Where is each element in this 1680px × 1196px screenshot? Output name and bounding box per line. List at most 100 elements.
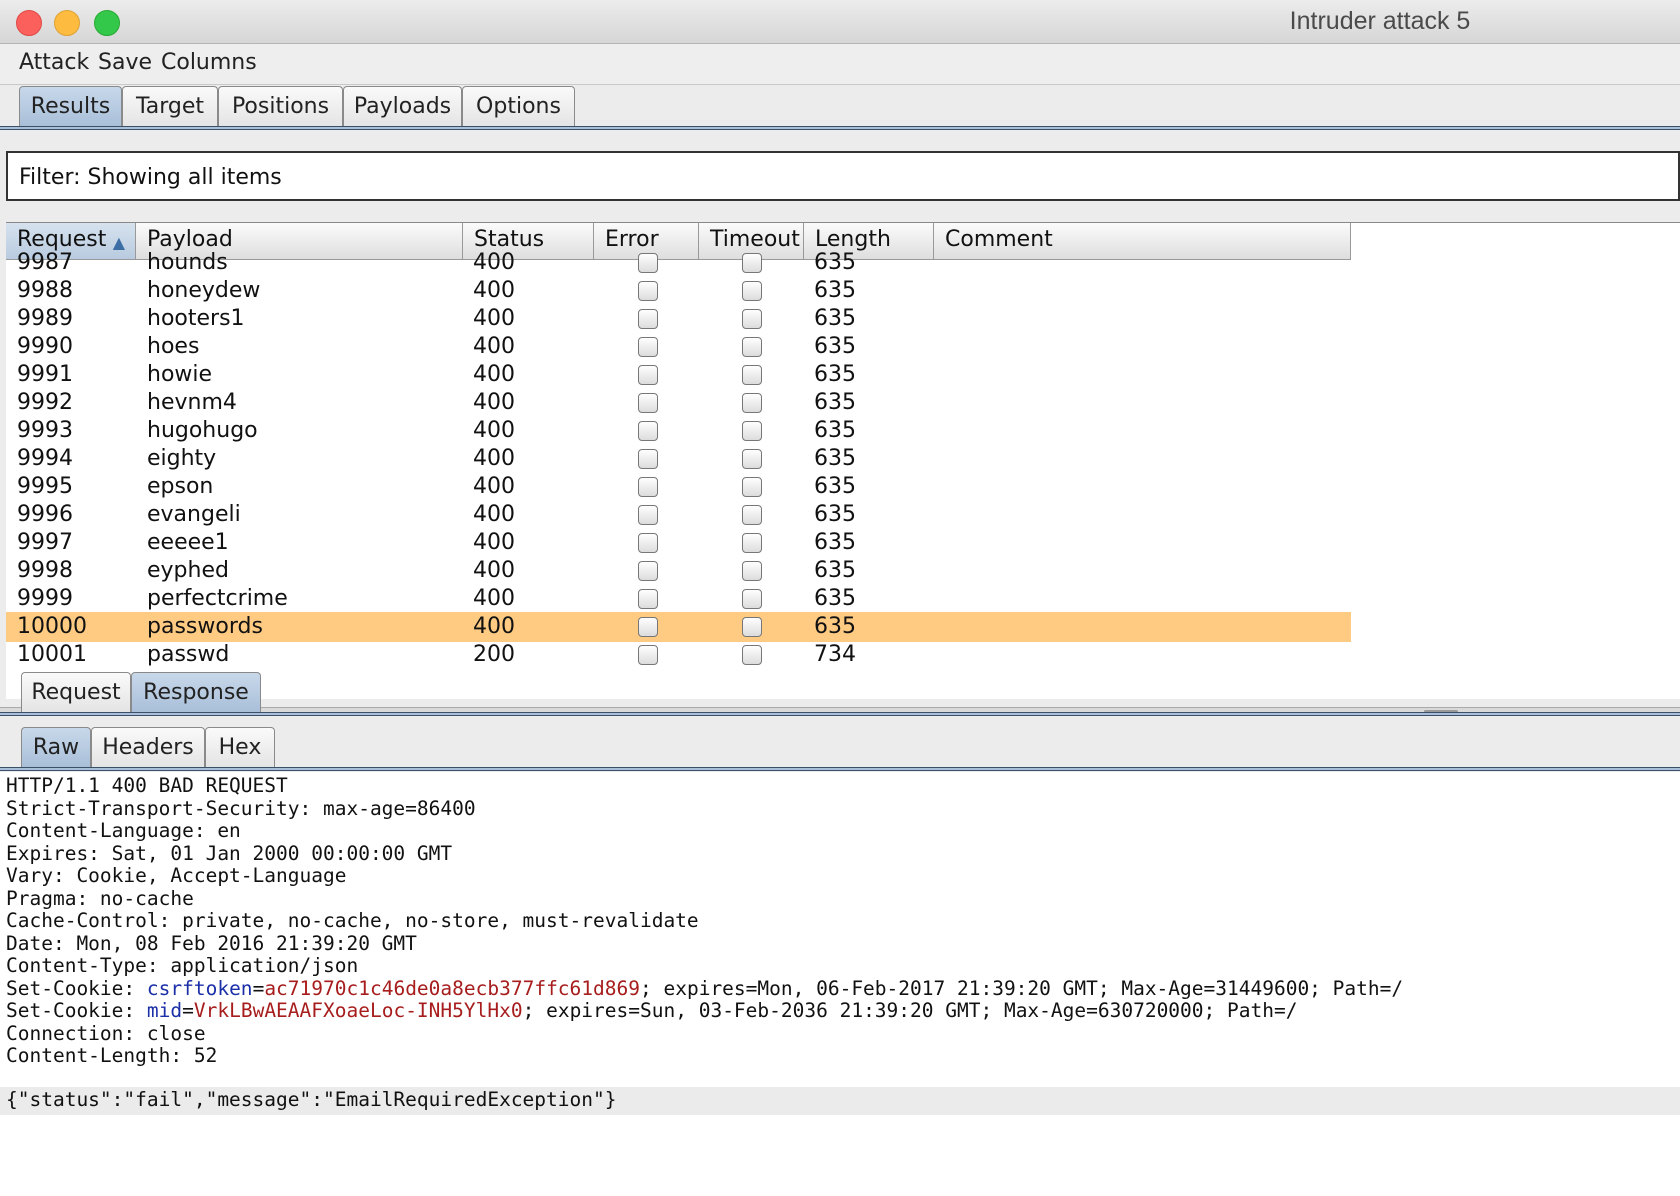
response-line: Content-Length: 52	[6, 1044, 218, 1067]
table-row[interactable]: 9996 evangeli 400 635	[6, 500, 1351, 530]
cell-request: 9999	[17, 586, 73, 611]
cell-payload: eyphed	[147, 558, 229, 583]
timeout-checkbox[interactable]	[742, 533, 762, 553]
table-row[interactable]: 9992 hevnm4 400 635	[6, 388, 1351, 418]
cell-payload: perfectcrime	[147, 586, 288, 611]
error-checkbox[interactable]	[638, 253, 658, 273]
error-checkbox[interactable]	[638, 393, 658, 413]
error-checkbox[interactable]	[638, 645, 658, 665]
table-row[interactable]: 9998 eyphed 400 635	[6, 556, 1351, 586]
cell-status: 400	[473, 530, 515, 555]
cell-request: 9990	[17, 334, 73, 359]
table-row[interactable]: 9994 eighty 400 635	[6, 444, 1351, 474]
timeout-checkbox[interactable]	[742, 561, 762, 581]
tab-payloads[interactable]: Payloads	[343, 86, 462, 128]
menu-attack[interactable]: Attack	[19, 50, 89, 75]
error-checkbox[interactable]	[638, 421, 658, 441]
error-checkbox[interactable]	[638, 589, 658, 609]
cell-status: 400	[473, 250, 515, 275]
timeout-checkbox[interactable]	[742, 589, 762, 609]
timeout-checkbox[interactable]	[742, 337, 762, 357]
table-row[interactable]: 9995 epson 400 635	[6, 472, 1351, 502]
cell-status: 400	[473, 502, 515, 527]
minimize-window-button[interactable]	[54, 10, 80, 36]
set-cookie-mid-line: Set-Cookie: mid=VrkLBwAEAAFXoaeLoc-INH5Y…	[6, 999, 1298, 1022]
response-line: Connection: close	[6, 1021, 206, 1045]
table-row[interactable]: 10000 passwords 400 635	[6, 612, 1351, 642]
timeout-checkbox[interactable]	[742, 477, 762, 497]
cell-status: 400	[473, 418, 515, 443]
cell-request: 9996	[17, 502, 73, 527]
cell-payload: hugohugo	[147, 418, 258, 443]
window-title: Intruder attack 5	[1289, 7, 1471, 35]
timeout-checkbox[interactable]	[742, 281, 762, 301]
table-row[interactable]: 9997 eeeee1 400 635	[6, 528, 1351, 558]
error-checkbox[interactable]	[638, 477, 658, 497]
cell-request: 9988	[17, 278, 73, 303]
tab-options[interactable]: Options	[462, 86, 575, 128]
table-row[interactable]: 9999 perfectcrime 400 635	[6, 584, 1351, 614]
table-row[interactable]: 9988 honeydew 400 635	[6, 276, 1351, 306]
error-checkbox[interactable]	[638, 449, 658, 469]
cookie-value: ac71970c1c46de0a8ecb377ffc61d869	[264, 976, 640, 1000]
close-window-button[interactable]	[16, 10, 42, 36]
menu-save[interactable]: Save	[98, 50, 152, 75]
response-line: Content-Type: application/json	[6, 954, 359, 977]
cell-request: 9991	[17, 362, 73, 387]
response-text-area[interactable]: HTTP/1.1 400 BAD REQUEST Strict-Transpor…	[0, 772, 1680, 1196]
response-body-json: {"status":"fail","message":"EmailRequire…	[6, 1088, 617, 1111]
cell-length: 635	[814, 390, 856, 415]
header-prefix: Set-Cookie:	[6, 976, 147, 1000]
error-checkbox[interactable]	[638, 365, 658, 385]
cookie-value: VrkLBwAEAAFXoaeLoc-INH5YlHx0	[193, 999, 523, 1022]
error-checkbox[interactable]	[638, 337, 658, 357]
timeout-checkbox[interactable]	[742, 393, 762, 413]
tab-headers[interactable]: Headers	[91, 727, 205, 769]
tab-results[interactable]: Results	[19, 86, 122, 128]
cell-status: 400	[473, 446, 515, 471]
cell-status: 400	[473, 586, 515, 611]
set-cookie-csrftoken-line: Set-Cookie: csrftoken=ac71970c1c46de0a8e…	[6, 976, 1404, 1000]
cell-request: 9987	[17, 250, 73, 275]
error-checkbox[interactable]	[638, 561, 658, 581]
tab-target[interactable]: Target	[122, 86, 218, 128]
timeout-checkbox[interactable]	[742, 645, 762, 665]
tab-positions[interactable]: Positions	[218, 86, 343, 128]
cell-payload: epson	[147, 474, 214, 499]
cell-status: 400	[473, 614, 515, 639]
tab-raw[interactable]: Raw	[21, 727, 91, 769]
cell-length: 635	[814, 278, 856, 303]
cell-status: 400	[473, 306, 515, 331]
timeout-checkbox[interactable]	[742, 505, 762, 525]
menu-columns[interactable]: Columns	[161, 50, 257, 75]
tab-request[interactable]: Request	[21, 672, 131, 714]
error-checkbox[interactable]	[638, 309, 658, 329]
timeout-checkbox[interactable]	[742, 365, 762, 385]
table-row[interactable]: 9987 hounds 400 635	[6, 248, 1351, 278]
cell-payload: hounds	[147, 250, 228, 275]
tab-response[interactable]: Response	[131, 672, 261, 714]
error-checkbox[interactable]	[638, 533, 658, 553]
timeout-checkbox[interactable]	[742, 421, 762, 441]
zoom-window-button[interactable]	[94, 10, 120, 36]
response-line: Cache-Control: private, no-cache, no-sto…	[6, 909, 699, 932]
timeout-checkbox[interactable]	[742, 309, 762, 329]
timeout-checkbox[interactable]	[742, 449, 762, 469]
cell-status: 400	[473, 362, 515, 387]
timeout-checkbox[interactable]	[742, 253, 762, 273]
table-row[interactable]: 9989 hooters1 400 635	[6, 304, 1351, 334]
table-row[interactable]: 9990 hoes 400 635	[6, 332, 1351, 362]
cookie-attributes: ; expires=Sun, 03-Feb-2036 21:39:20 GMT;…	[522, 999, 1298, 1022]
cookie-name: mid	[146, 999, 183, 1022]
header-prefix: Set-Cookie:	[6, 999, 147, 1022]
filter-bar[interactable]: Filter: Showing all items	[6, 151, 1680, 201]
error-checkbox[interactable]	[638, 617, 658, 637]
table-row[interactable]: 9993 hugohugo 400 635	[6, 416, 1351, 446]
cell-length: 635	[814, 306, 856, 331]
error-checkbox[interactable]	[638, 281, 658, 301]
timeout-checkbox[interactable]	[742, 617, 762, 637]
tab-hex[interactable]: Hex	[205, 727, 275, 769]
error-checkbox[interactable]	[638, 505, 658, 525]
table-row[interactable]: 10001 passwd 200 734	[6, 640, 1351, 670]
table-row[interactable]: 9991 howie 400 635	[6, 360, 1351, 390]
